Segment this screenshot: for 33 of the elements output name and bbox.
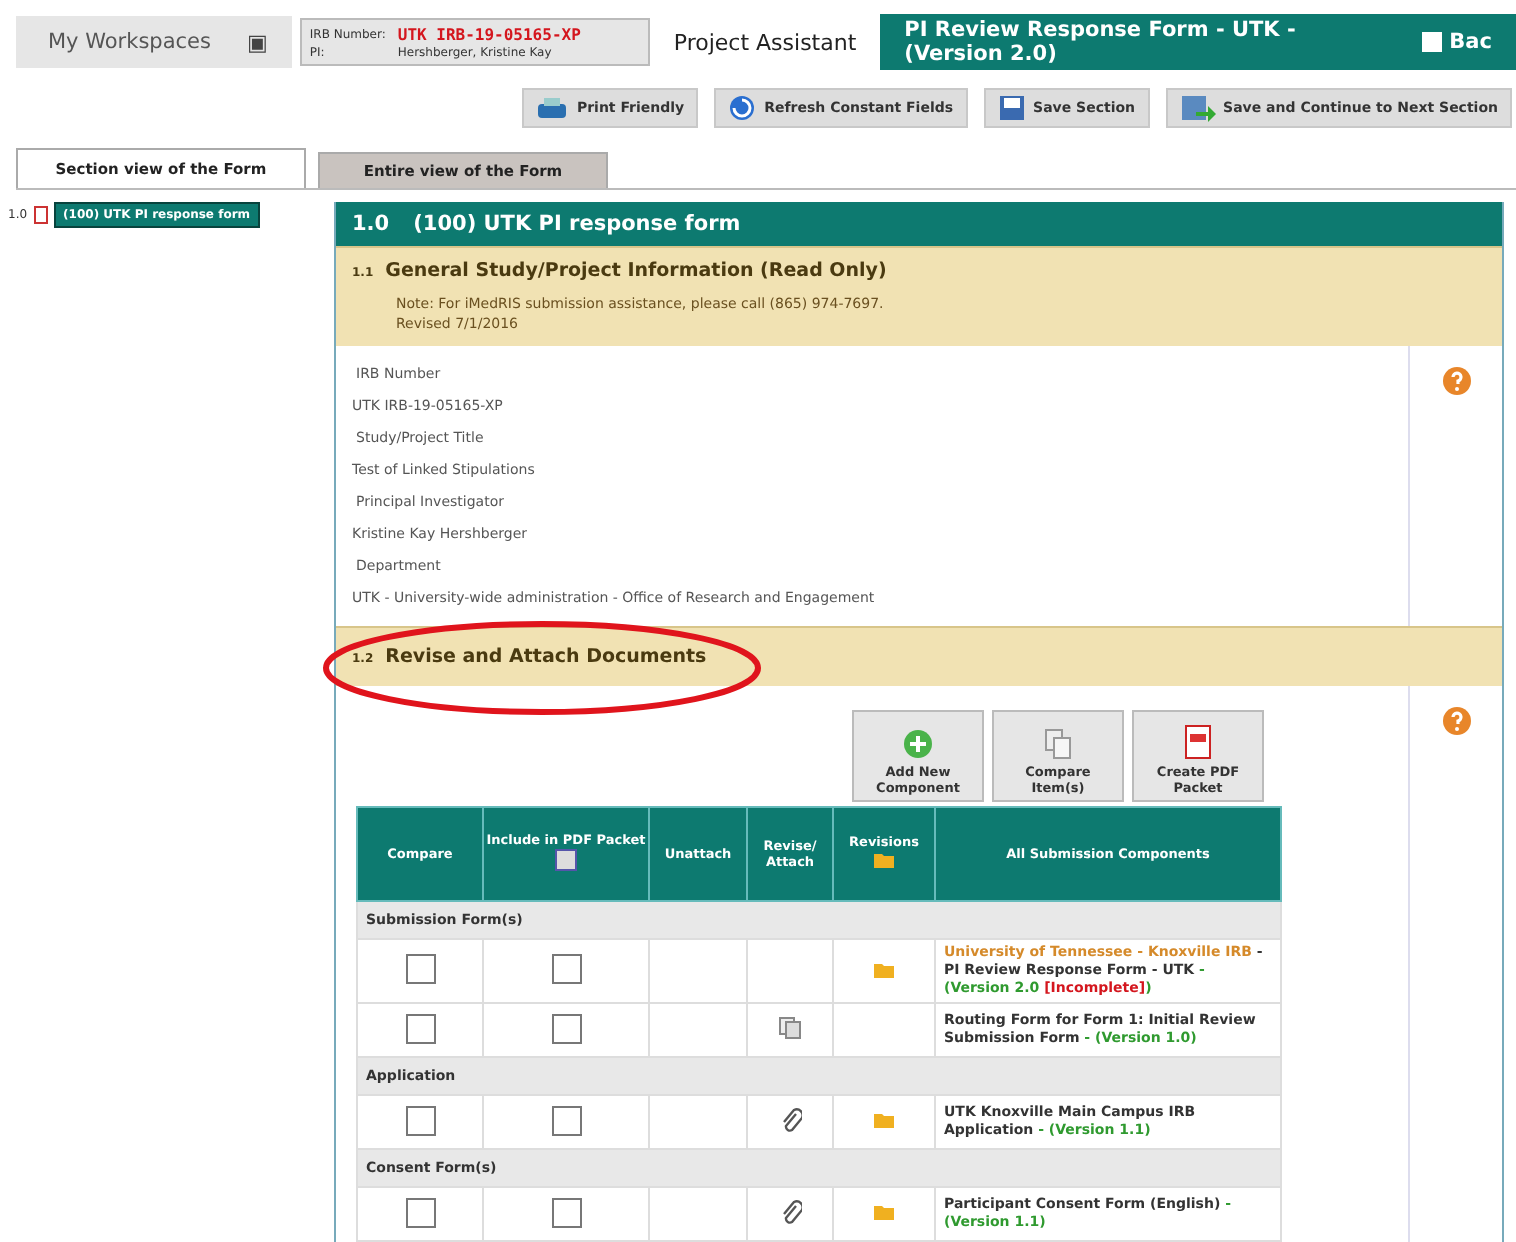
compare-checkbox[interactable] bbox=[405, 1197, 435, 1227]
subsection-title: General Study/Project Information (Read Only) bbox=[385, 260, 887, 282]
compare-checkbox[interactable] bbox=[405, 1105, 435, 1135]
section-title: (100) UTK PI response form bbox=[413, 212, 741, 236]
irb-number: UTK IRB-19-05165-XP bbox=[397, 25, 583, 43]
paperclip-icon[interactable] bbox=[778, 1198, 802, 1226]
subsection-title: Revise and Attach Documents bbox=[385, 646, 707, 668]
add-icon bbox=[902, 728, 934, 760]
refresh-icon bbox=[728, 94, 757, 122]
my-workspaces-label[interactable]: My Workspaces bbox=[48, 30, 211, 54]
section-number: 1.0 bbox=[352, 212, 390, 236]
printer-icon bbox=[536, 96, 569, 120]
paperclip-icon[interactable] bbox=[778, 1106, 802, 1134]
form-title: PI Review Response Form - UTK - (Version 2.0) bbox=[904, 18, 1298, 66]
document-icon bbox=[33, 206, 48, 224]
include-checkbox[interactable] bbox=[551, 1197, 581, 1227]
documents-icon[interactable] bbox=[778, 1016, 802, 1040]
pdf-packet-icon bbox=[554, 848, 578, 872]
back-button[interactable]: Bac bbox=[1421, 30, 1492, 54]
save-next-icon bbox=[1179, 94, 1216, 122]
help-icon[interactable] bbox=[1441, 706, 1471, 736]
compare-checkbox[interactable] bbox=[405, 1013, 435, 1043]
save-icon bbox=[997, 94, 1026, 122]
compare-checkbox[interactable] bbox=[405, 954, 435, 984]
include-checkbox[interactable] bbox=[551, 954, 581, 984]
project-assistant-label[interactable]: Project Assistant bbox=[657, 29, 873, 55]
menu-glyph[interactable]: ▣ bbox=[246, 29, 268, 55]
include-checkbox[interactable] bbox=[551, 1105, 581, 1135]
help-icon[interactable] bbox=[1441, 366, 1471, 396]
folder-icon[interactable] bbox=[872, 850, 896, 870]
pdf-icon bbox=[1184, 724, 1212, 760]
include-checkbox[interactable] bbox=[551, 1013, 581, 1043]
documents-icon bbox=[1044, 728, 1072, 760]
